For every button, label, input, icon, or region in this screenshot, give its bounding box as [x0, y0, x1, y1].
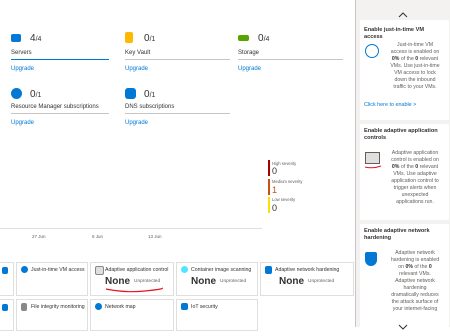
iot-icon: [181, 303, 188, 310]
app-control-icon: [365, 152, 380, 164]
red-underline-annotation: [364, 165, 382, 169]
high-severity-count: 0: [272, 166, 278, 176]
dns-underline: [125, 113, 230, 114]
clock-icon: [21, 266, 28, 273]
tile-value: None: [279, 276, 304, 287]
tile-value: None: [191, 276, 216, 287]
tile-value: None: [105, 276, 130, 287]
dns-icon: [125, 88, 136, 99]
medium-severity-bar: [268, 179, 270, 195]
tile-iot-security[interactable]: IoT security: [176, 299, 258, 331]
alerts-chart: 27 Jun 6 Jun 13 Jun: [0, 150, 262, 239]
container-icon: [181, 266, 188, 273]
servers-underline: [11, 59, 109, 60]
storage-label: Storage: [238, 50, 260, 56]
medium-severity-count: 1: [272, 185, 278, 195]
network-shield-icon: [365, 252, 377, 266]
jit-recommendation-card[interactable]: Enable just-in-time VM access Just-in-ti…: [360, 20, 449, 120]
shield-icon: [2, 267, 8, 274]
chart-baseline: [0, 228, 262, 229]
app-control-icon: [95, 266, 104, 275]
tile-label: Just-in-time VM access: [31, 267, 85, 273]
tile-status: Unprotected: [308, 279, 335, 284]
scroll-down-button[interactable]: [398, 318, 408, 330]
adaptive-app-control-card[interactable]: Enable adaptive application controls Ada…: [360, 124, 449, 220]
tile-adaptive-network-hardening[interactable]: Adaptive network hardening None Unprotec…: [260, 262, 354, 296]
recommendations-panel: Enable just-in-time VM access Just-in-ti…: [355, 0, 450, 330]
tile-label: Adaptive network hardening: [275, 267, 340, 273]
dns-upgrade-link[interactable]: Upgrade: [125, 120, 148, 126]
card-title: Enable adaptive network hardening: [364, 228, 430, 241]
rm-upgrade-link[interactable]: Upgrade: [11, 120, 34, 126]
tile-container-image-scanning[interactable]: Container image scanning None Unprotecte…: [176, 262, 258, 296]
tile-network-map[interactable]: Network map: [90, 299, 174, 331]
keyvault-label: Key Vault: [125, 50, 151, 56]
tile-label: Adaptive application control: [105, 267, 169, 273]
keyvault-underline: [125, 59, 230, 60]
storage-icon: [238, 35, 249, 41]
red-underline-annotation: [105, 287, 163, 293]
tile-adaptive-app-control[interactable]: Adaptive application control None Unprot…: [90, 262, 174, 296]
rm-total: /1: [35, 92, 42, 99]
low-severity-label: Low severity: [272, 197, 296, 202]
network-shield-icon: [265, 266, 272, 274]
icon: [2, 304, 8, 311]
medium-severity-label: Medium severity: [272, 179, 303, 184]
servers-upgrade-link[interactable]: Upgrade: [11, 66, 34, 72]
keyvault-card[interactable]: 0/1 Key Vault Upgrade: [120, 0, 230, 80]
card-title: Enable adaptive application controls: [364, 128, 438, 141]
key-vault-icon: [125, 32, 133, 43]
servers-card[interactable]: 4/4 Servers Upgrade: [0, 0, 110, 80]
x-tick-label: 13 Jun: [148, 234, 162, 239]
scroll-up-button[interactable]: [398, 6, 408, 18]
card-title: Enable just-in-time VM access: [364, 27, 424, 40]
keyvault-upgrade-link[interactable]: Upgrade: [125, 66, 148, 72]
resource-manager-icon: [11, 88, 22, 99]
tile-partial-left[interactable]: [0, 262, 14, 296]
tile-label: Container image scanning: [191, 267, 252, 273]
dns-card[interactable]: 0/1 DNS subscriptions Upgrade: [120, 80, 230, 130]
adaptive-network-hardening-card[interactable]: Enable adaptive network hardening Adapti…: [360, 224, 449, 327]
storage-underline: [238, 59, 343, 60]
servers-label: Servers: [11, 50, 32, 56]
card-description: Adaptive network hardening is enabled on…: [390, 250, 440, 312]
resource-manager-card[interactable]: 0/1 Resource Manager subscriptions Upgra…: [0, 80, 110, 130]
tile-status: Unprotected: [220, 279, 247, 284]
rm-underline: [11, 113, 109, 114]
dns-total: /1: [149, 92, 156, 99]
file-icon: [21, 303, 27, 311]
enable-jit-link[interactable]: Click here to enable >: [364, 102, 416, 108]
tile-label: File integrity monitoring: [31, 304, 85, 310]
tile-label: Network map: [105, 304, 136, 310]
tile-status: Unprotected: [134, 279, 161, 284]
storage-card[interactable]: 0/4 Storage Upgrade: [238, 0, 348, 80]
keyvault-total: /1: [149, 36, 156, 43]
tile-label: IoT security: [191, 304, 218, 310]
storage-total: /4: [263, 36, 270, 43]
clock-icon: [365, 44, 379, 58]
low-severity-bar: [268, 197, 270, 213]
x-tick-label: 6 Jun: [92, 234, 104, 239]
chevron-up-icon: [398, 12, 408, 18]
rm-label: Resource Manager subscriptions: [11, 104, 99, 110]
storage-upgrade-link[interactable]: Upgrade: [238, 66, 261, 72]
servers-total: /4: [35, 36, 42, 43]
chevron-down-icon: [398, 324, 408, 330]
tile-file-integrity-monitoring[interactable]: File integrity monitoring: [16, 299, 88, 331]
tile-partial-left-2[interactable]: [0, 299, 14, 331]
tile-jit-vm-access[interactable]: Just-in-time VM access: [16, 262, 88, 296]
network-map-icon: [95, 303, 102, 310]
x-tick-label: 27 Jun: [32, 234, 46, 239]
card-description: Adaptive application control is enabled …: [391, 150, 439, 205]
low-severity-count: 0: [272, 203, 278, 213]
high-severity-bar: [268, 160, 270, 176]
card-description: Just-in-time VM access is enabled on 0% …: [390, 42, 440, 90]
server-icon: [11, 34, 21, 42]
dns-label: DNS subscriptions: [125, 104, 175, 110]
